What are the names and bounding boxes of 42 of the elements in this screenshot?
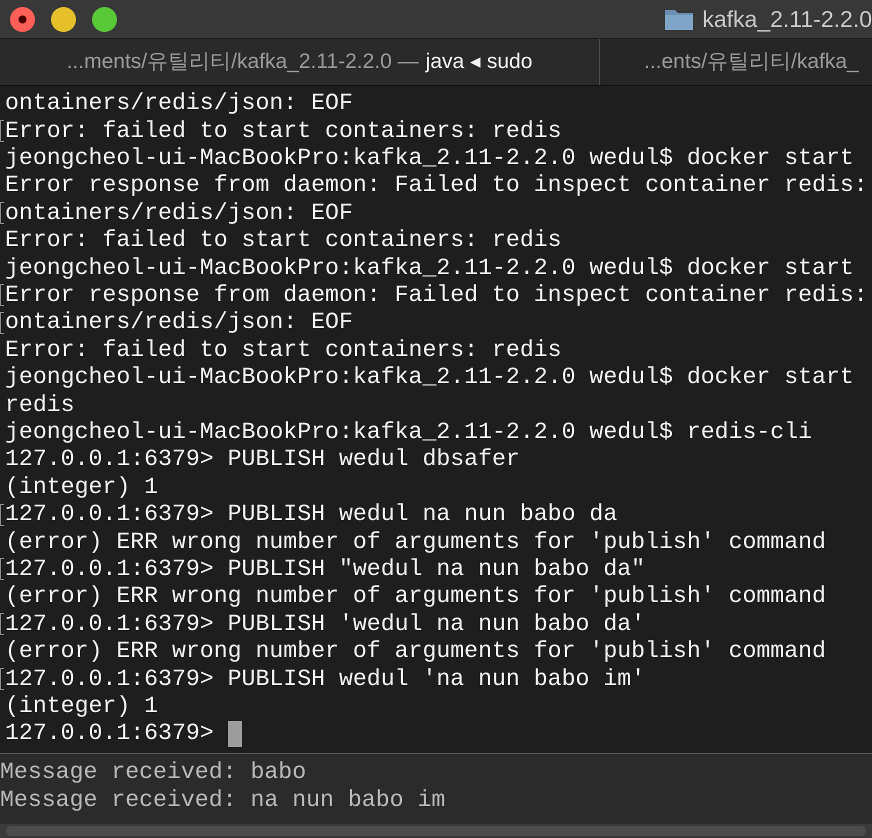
terminal-line: jeongcheol-ui-MacBookPro:kafka_2.11-2.2.0 wedul$ docker start xyxy=(5,144,854,174)
terminal-line: Message received: babo xyxy=(0,758,306,787)
line-mark-icon xyxy=(0,613,4,636)
terminal-line: ontainers/redis/json: EOF xyxy=(5,198,353,228)
folder-icon xyxy=(664,7,694,31)
terminal-line: 127.0.0.1:6379> xyxy=(5,719,214,748)
terminal-line: 127.0.0.1:6379> PUBLISH 'wedul na nun babo da' xyxy=(5,610,646,639)
terminal-line: Error response from daemon: Failed to inspect container redis: xyxy=(5,281,868,310)
maximize-button[interactable] xyxy=(92,6,117,32)
terminal-line: Error response from daemon: Failed to inspect container redis: xyxy=(5,171,868,200)
terminal-line: jeongcheol-ui-MacBookPro:kafka_2.11-2.2.0 wedul$ redis-cli xyxy=(5,418,812,447)
terminal-line: jeongcheol-ui-MacBookPro:kafka_2.11-2.2.0 wedul$ docker start xyxy=(5,363,854,392)
line-mark-icon xyxy=(0,558,4,580)
terminal-line: Error: failed to start containers: redis xyxy=(5,226,562,256)
close-button[interactable] xyxy=(10,6,35,32)
line-mark-icon xyxy=(0,668,4,690)
terminal-line: (error) ERR wrong number of arguments for 'publish' command xyxy=(5,637,826,666)
terminal-line: 127.0.0.1:6379> PUBLISH wedul dbsafer xyxy=(5,445,520,474)
terminal-line: (error) ERR wrong number of arguments for 'publish' command xyxy=(5,582,826,612)
tab[interactable]: ...ents/유틸리티/kafka_ xyxy=(600,39,872,85)
line-mark-icon xyxy=(0,312,4,334)
window-title: kafka_2.11-2.2.0 xyxy=(702,4,872,34)
dot-icon xyxy=(18,14,27,24)
line-mark-icon xyxy=(0,202,4,224)
terminal-line: (integer) 1 xyxy=(5,472,158,502)
line-mark-icon xyxy=(0,120,4,142)
minimize-button[interactable] xyxy=(51,6,76,32)
terminal-line: 127.0.0.1:6379> PUBLISH "wedul na nun babo da" xyxy=(5,554,646,584)
terminal-line: ontainers/redis/json: EOF xyxy=(5,89,353,118)
terminal-line: Error: failed to start containers: redis xyxy=(5,116,562,146)
terminal-line: ontainers/redis/json: EOF xyxy=(5,308,353,338)
terminal-line: Error: failed to start containers: redis xyxy=(5,336,562,365)
terminal-line: (integer) 1 xyxy=(5,692,158,721)
terminal-line: 127.0.0.1:6379> PUBLISH wedul na nun babo da xyxy=(5,500,618,530)
scrollbar[interactable] xyxy=(0,824,872,838)
terminal-line: jeongcheol-ui-MacBookPro:kafka_2.11-2.2.0 wedul$ docker start xyxy=(5,254,854,283)
terminal-line: redis xyxy=(5,390,75,420)
terminal-line: (error) ERR wrong number of arguments for 'publish' command xyxy=(5,528,826,557)
line-mark-icon xyxy=(0,504,4,526)
line-mark-icon xyxy=(0,284,4,306)
terminal-line: 127.0.0.1:6379> PUBLISH wedul 'na nun babo im' xyxy=(5,664,646,694)
terminal-line: Message received: na nun babo im xyxy=(0,786,446,815)
